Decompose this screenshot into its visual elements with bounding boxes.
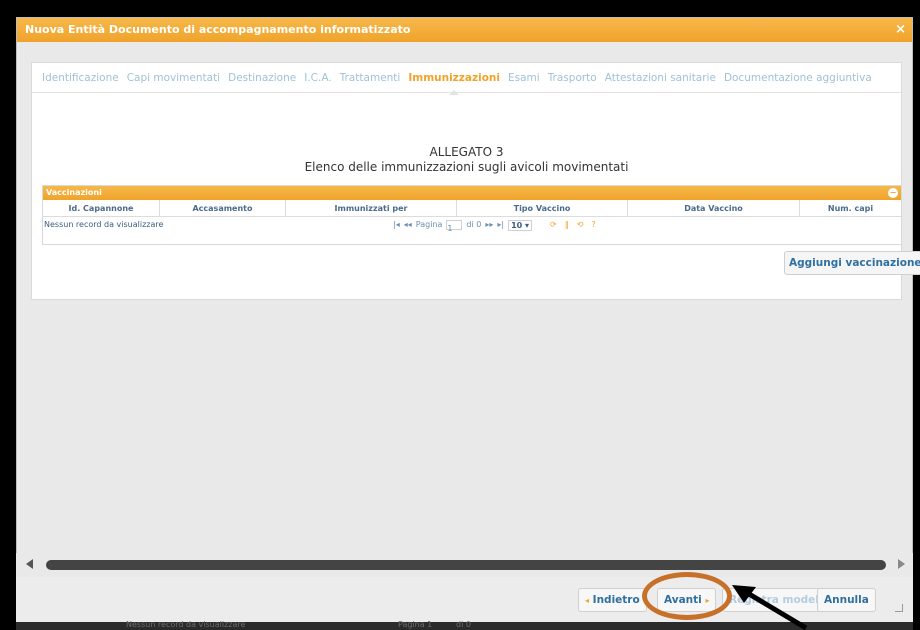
tab-trattamenti[interactable]: Trattamenti xyxy=(340,72,401,84)
ghost-of-text: di 0 xyxy=(456,620,471,629)
modal-dialog: Nuova Entità Documento di accompagnament… xyxy=(16,17,920,624)
scrollbar-thumb[interactable] xyxy=(46,560,886,570)
add-vaccination-button[interactable]: Aggiungi vaccinazione xyxy=(784,251,920,275)
close-icon[interactable]: × xyxy=(895,18,906,42)
vaccinations-grid: Vaccinazioni − Id. Capannone Accasamento… xyxy=(42,185,902,245)
help-icon[interactable]: ? xyxy=(591,217,595,233)
tab-attestazioni-sanitarie[interactable]: Attestazioni sanitarie xyxy=(605,72,716,84)
tab-immunizzazioni[interactable]: Immunizzazioni xyxy=(408,72,500,95)
tab-bar: Identificazione Capi movimentati Destina… xyxy=(32,63,901,95)
heading-subtitle: Elenco delle immunizzazioni sugli avicol… xyxy=(304,160,629,174)
column-header[interactable]: Id. Capannone xyxy=(43,200,160,216)
grid-pager: Nessun record da visualizzare |◂ ◂◂ Pagi… xyxy=(43,217,901,233)
refresh-icon[interactable]: ⟳ xyxy=(550,217,557,233)
ghost-page-text: Pagina 1 xyxy=(398,620,433,629)
chevron-left-icon: ◂ xyxy=(585,596,590,605)
dialog-title: Nuova Entità Documento di accompagnament… xyxy=(25,23,411,36)
chevron-right-icon: ▸ xyxy=(705,596,710,605)
back-label: Indietro xyxy=(592,594,640,606)
column-header[interactable]: Tipo Vaccino xyxy=(457,200,628,216)
reload-icon[interactable]: ⟲ xyxy=(577,217,584,233)
grid-caption: Vaccinazioni − xyxy=(43,186,901,200)
heading-title: ALLEGATO 3 xyxy=(429,145,504,159)
prev-page-icon[interactable]: ◂◂ xyxy=(404,217,412,233)
next-button[interactable]: Avanti ▸ xyxy=(657,588,717,612)
tab-ica[interactable]: I.C.A. xyxy=(304,72,331,84)
column-header[interactable]: Accasamento xyxy=(160,200,286,216)
tab-documentazione-aggiuntiva[interactable]: Documentazione aggiuntiva xyxy=(724,72,872,84)
pager-actions: ⟳ ‖ ⟲ ? xyxy=(550,217,596,233)
tab-trasporto[interactable]: Trasporto xyxy=(548,72,597,84)
column-header[interactable]: Num. capi xyxy=(800,200,901,216)
tab-capi-movimentati[interactable]: Capi movimentati xyxy=(127,72,220,84)
resize-grip-icon[interactable] xyxy=(895,604,903,612)
next-label: Avanti xyxy=(664,594,702,606)
cancel-button[interactable]: Annulla xyxy=(817,588,876,612)
pager-controls: |◂ ◂◂ Pagina 1 di 0 ▸▸ ▸| 10 ▾ ⟳ ‖ ⟲ ? xyxy=(393,217,596,233)
grid-header-row: Id. Capannone Accasamento Immunizzati pe… xyxy=(43,200,901,217)
last-page-icon[interactable]: ▸| xyxy=(497,217,504,233)
column-header[interactable]: Data Vaccino xyxy=(628,200,800,216)
ghost-empty-text: Nessun record da visualizzare xyxy=(126,620,246,629)
back-button[interactable]: ◂ Indietro xyxy=(578,588,647,612)
tab-identificazione[interactable]: Identificazione xyxy=(42,72,119,84)
section-heading: ALLEGATO 3 Elenco delle immunizzazioni s… xyxy=(32,145,901,175)
dialog-titlebar: Nuova Entità Documento di accompagnament… xyxy=(17,18,912,42)
tab-esami[interactable]: Esami xyxy=(508,72,540,84)
separator-icon: ‖ xyxy=(564,220,569,229)
page-count-label: di 0 xyxy=(466,220,482,229)
column-header[interactable]: Immunizzati per xyxy=(286,200,457,216)
rows-per-page-select[interactable]: 10 ▾ xyxy=(508,219,533,231)
next-page-icon[interactable]: ▸▸ xyxy=(485,217,493,233)
scroll-left-icon[interactable] xyxy=(26,559,33,569)
scroll-right-icon[interactable] xyxy=(898,559,905,569)
background-ghost-row: Nessun record da visualizzare Pagina 1 d… xyxy=(16,620,913,630)
grid-caption-label: Vaccinazioni xyxy=(46,188,102,197)
tab-destinazione[interactable]: Destinazione xyxy=(228,72,296,84)
collapse-icon[interactable]: − xyxy=(888,188,898,198)
form-panel: Identificazione Capi movimentati Destina… xyxy=(31,62,920,300)
empty-records-text: Nessun record da visualizzare xyxy=(44,220,164,229)
horizontal-scrollbar[interactable] xyxy=(16,553,913,577)
page-number-input[interactable]: 1 xyxy=(446,220,463,233)
page-label: Pagina xyxy=(415,220,443,229)
first-page-icon[interactable]: |◂ xyxy=(393,217,400,233)
dialog-footer: ◂ Indietro Avanti ▸ Registra modello Ann… xyxy=(16,577,913,624)
